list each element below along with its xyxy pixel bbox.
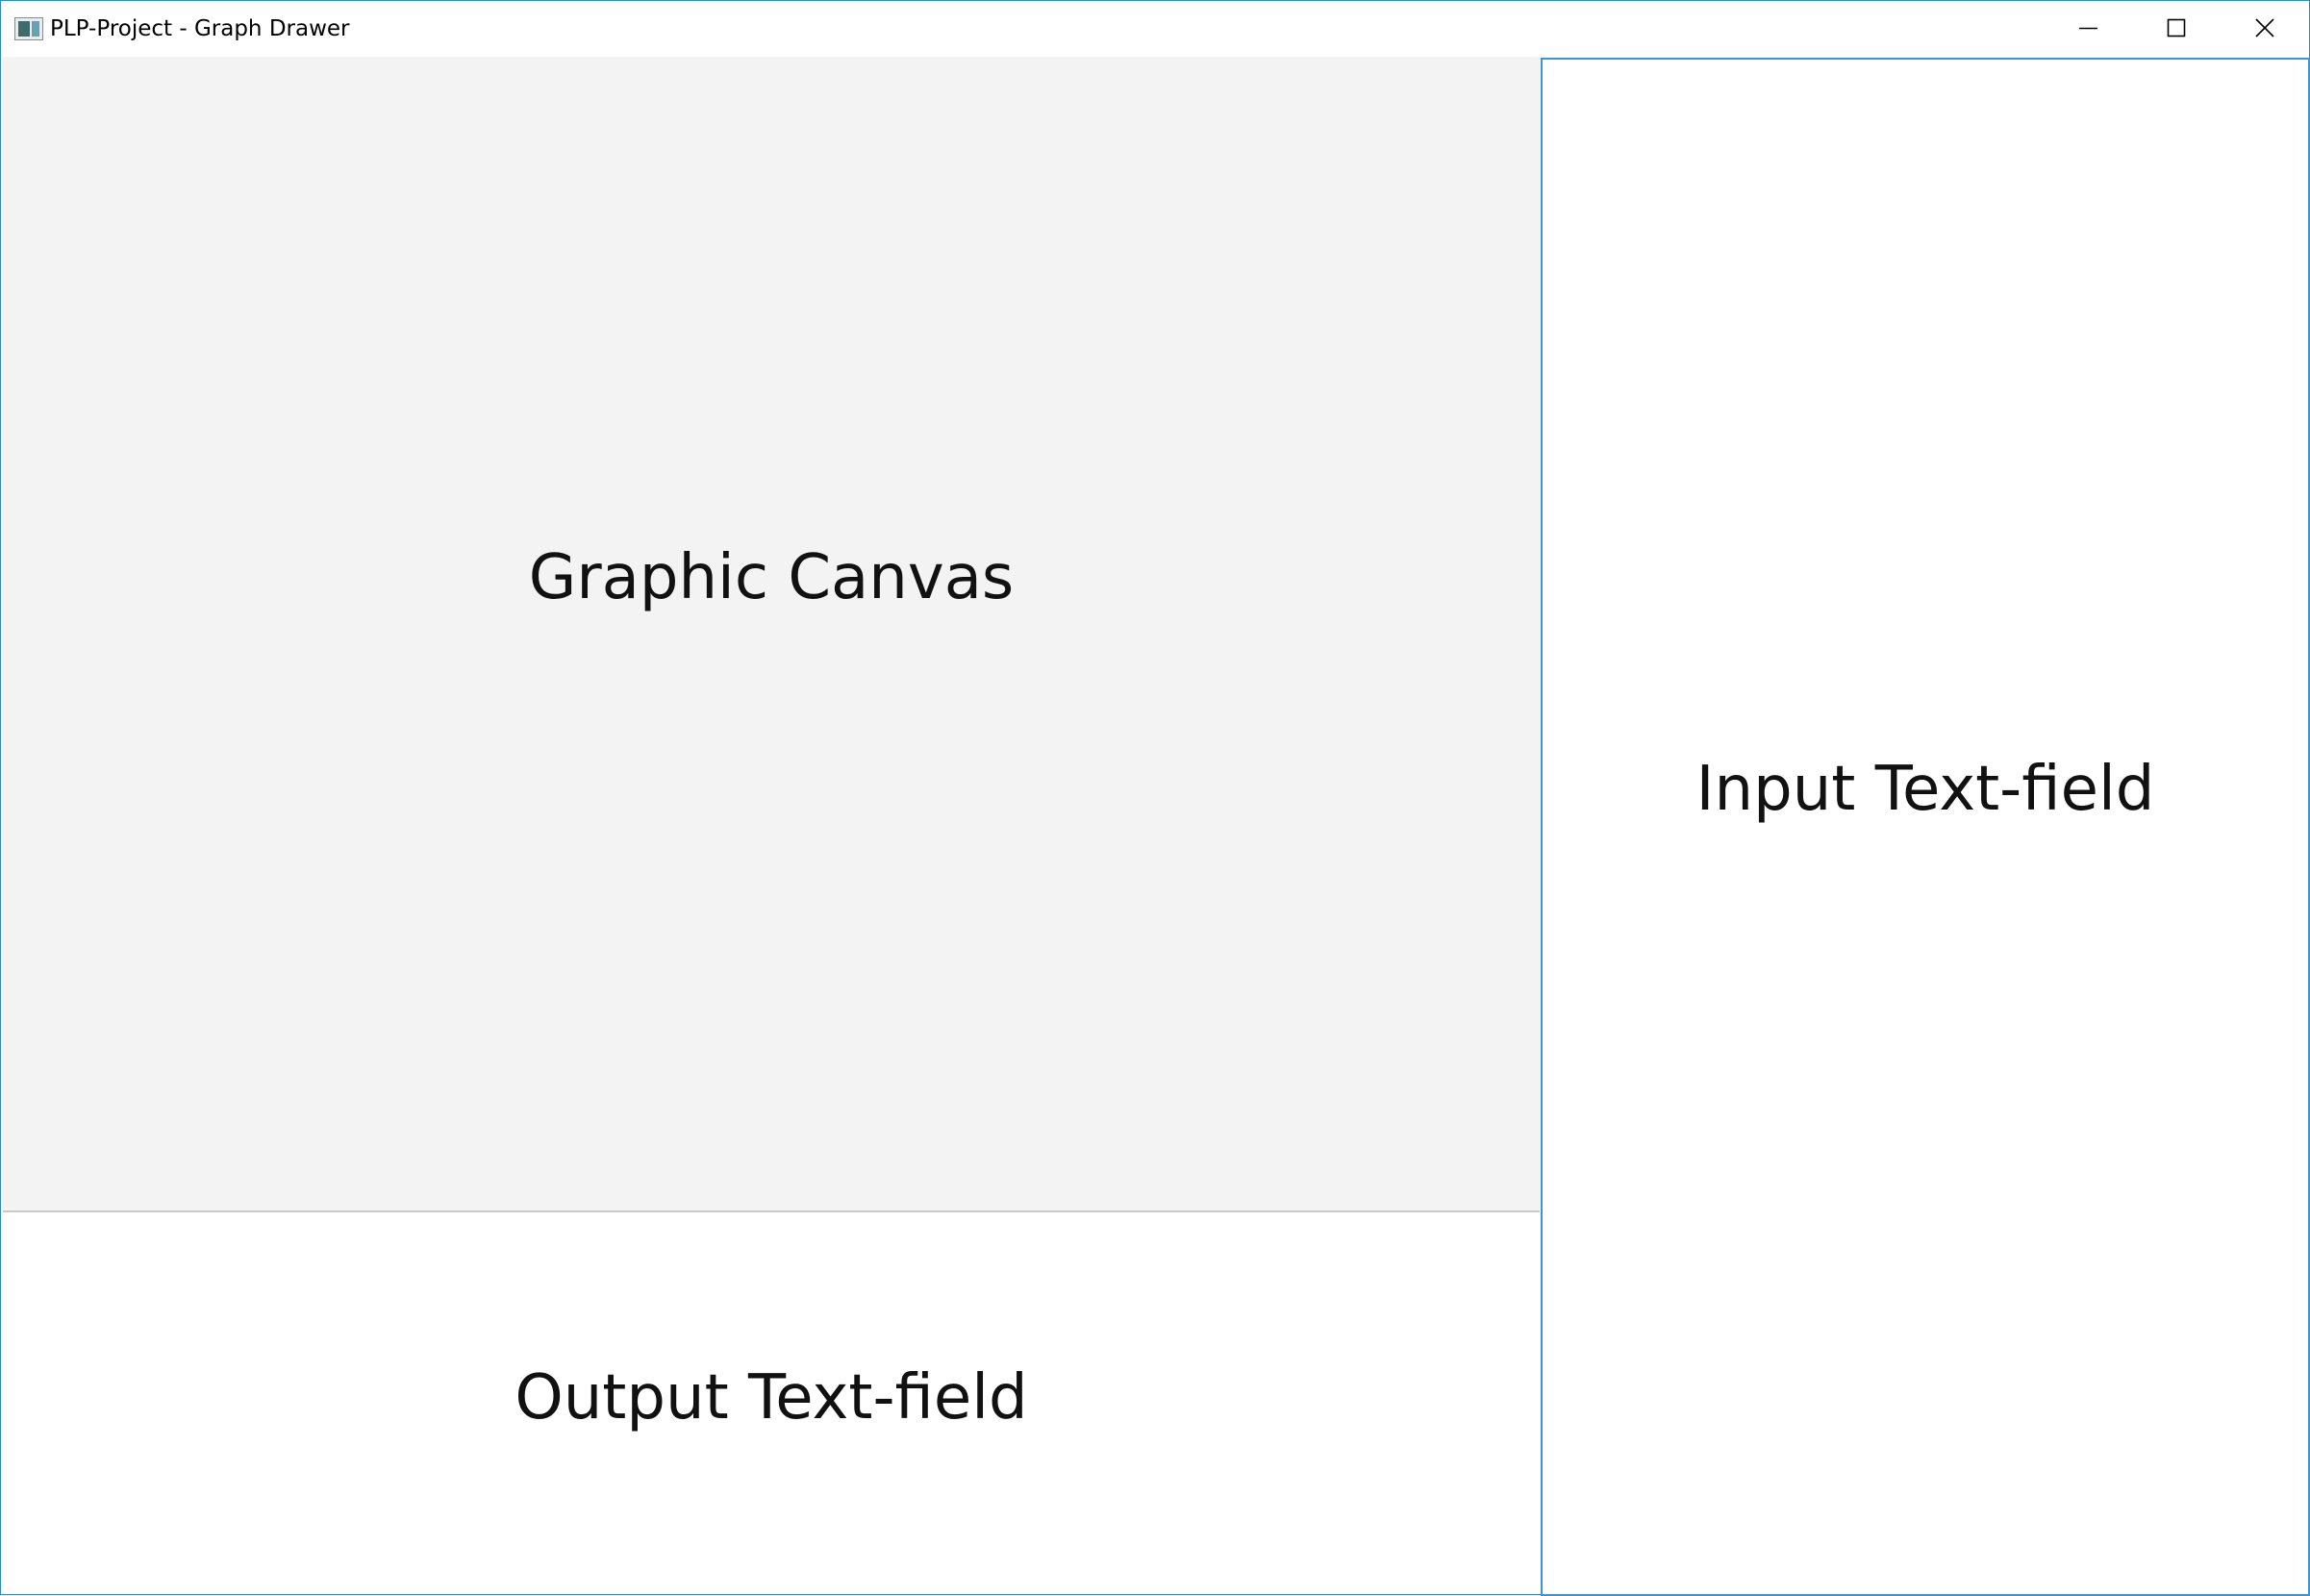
graphic-canvas[interactable]: Graphic Canvas bbox=[3, 57, 1540, 1212]
input-text-field[interactable]: Input Text-field bbox=[1541, 58, 2310, 1596]
graphic-canvas-label: Graphic Canvas bbox=[528, 542, 1015, 613]
maximize-icon bbox=[2167, 18, 2186, 37]
window-app-icon[interactable] bbox=[14, 17, 43, 40]
minimize-icon bbox=[2079, 27, 2097, 30]
window-title: PLP-Project - Graph Drawer bbox=[50, 16, 350, 41]
app-window: PLP-Project - Graph Drawer Graphic Canva… bbox=[0, 0, 2310, 1596]
output-text-field[interactable]: Output Text-field bbox=[3, 1213, 1540, 1593]
minimize-button[interactable] bbox=[2044, 1, 2132, 56]
title-bar[interactable]: PLP-Project - Graph Drawer bbox=[1, 1, 2309, 56]
maximize-button[interactable] bbox=[2132, 1, 2221, 56]
output-text-field-label: Output Text-field bbox=[515, 1362, 1028, 1434]
close-icon bbox=[2255, 18, 2274, 37]
input-text-field-label: Input Text-field bbox=[1695, 754, 2155, 825]
close-button[interactable] bbox=[2221, 1, 2309, 56]
